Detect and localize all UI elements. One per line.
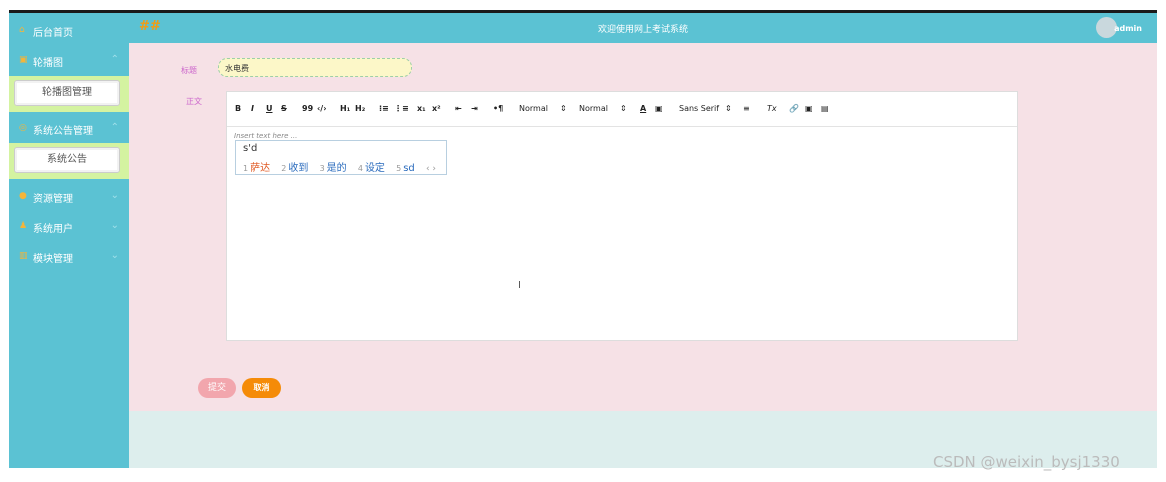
watermark: CSDN @weixin_bysj1330 <box>933 453 1120 471</box>
chevron-down-icon: ⌄ <box>110 220 119 231</box>
text-cursor-icon: I <box>518 280 521 291</box>
sidebar: ⌂ 后台首页 ▣ 轮播图 ⌃ 轮播图管理 ◎ 系统公告管理 ⌃ 系统公告 ● 资… <box>9 13 129 468</box>
ime-candidate-list: 1 萨达 2 收到 3 是的 4 设定 5 sd ‹ › <box>243 159 436 174</box>
top-header: ## 欢迎使用网上考试系统 admin <box>129 13 1157 43</box>
outdent-icon[interactable]: ⇤ <box>455 104 462 113</box>
sidebar-item-label: 系统用户 <box>33 224 73 235</box>
body-label: 正文 <box>186 97 202 106</box>
title-input[interactable]: 水电费 <box>218 58 412 77</box>
ime-candidate[interactable]: 萨达 <box>250 163 270 174</box>
sidebar-item-resource[interactable]: ● 资源管理 ⌄ <box>9 183 129 211</box>
underline-button[interactable]: U <box>266 104 273 113</box>
header-select-arrow-icon[interactable]: ⇕ <box>620 104 627 113</box>
link-icon[interactable]: 🔗 <box>789 104 799 113</box>
submenu-carousel: 轮播图管理 <box>9 76 129 112</box>
home-icon: ⌂ <box>19 25 25 35</box>
main-content: 标题 水电费 正文 B I U S 99 ‹/› H₁ H₂ ⁝≡ ⋮≡ x₁ … <box>129 43 1157 411</box>
sidebar-item-label: 模块管理 <box>33 254 73 265</box>
size-select[interactable]: Normal <box>519 104 548 113</box>
ime-candidate[interactable]: 是的 <box>327 163 347 174</box>
h2-button[interactable]: H₂ <box>355 104 365 113</box>
resource-icon: ● <box>19 191 27 201</box>
bold-button[interactable]: B <box>235 104 241 113</box>
background-color-icon[interactable]: ▣ <box>655 104 663 113</box>
ime-candidate[interactable]: 收到 <box>288 163 308 174</box>
size-select-arrow-icon[interactable]: ⇕ <box>560 104 567 113</box>
ime-page-nav-icon[interactable]: ‹ › <box>426 164 436 174</box>
sidebar-item-notice[interactable]: ◎ 系统公告管理 ⌃ <box>9 115 129 143</box>
italic-button[interactable]: I <box>251 104 254 113</box>
sidebar-item-home[interactable]: ⌂ 后台首页 <box>9 17 129 45</box>
chevron-down-icon: ⌄ <box>110 190 119 201</box>
header-select[interactable]: Normal <box>579 104 608 113</box>
sidebar-item-modules[interactable]: ▥ 模块管理 ⌄ <box>9 243 129 271</box>
title-label: 标题 <box>181 66 197 75</box>
submenu-notice: 系统公告 <box>9 143 129 179</box>
rich-text-editor: B I U S 99 ‹/› H₁ H₂ ⁝≡ ⋮≡ x₁ x² ⇤ ⇥ •¶ … <box>226 91 1018 341</box>
strike-button[interactable]: S <box>281 104 287 113</box>
ime-candidate-number: 4 <box>357 164 363 173</box>
editor-placeholder[interactable]: Insert text here ... <box>234 132 297 140</box>
sidebar-subitem-carousel-manage[interactable]: 轮播图管理 <box>14 80 120 106</box>
chevron-up-icon: ⌃ <box>110 54 119 65</box>
user-icon: ♟ <box>19 221 28 231</box>
ime-candidate-number: 2 <box>281 164 287 173</box>
cancel-button[interactable]: 取消 <box>242 378 281 398</box>
page-title: 欢迎使用网上考试系统 <box>597 25 688 35</box>
ime-candidate-window: s'd 1 萨达 2 收到 3 是的 4 设定 5 sd ‹ › <box>235 140 447 175</box>
ime-input-text: s'd <box>243 143 258 154</box>
ime-candidate[interactable]: sd <box>403 163 415 174</box>
ime-candidate-number: 5 <box>396 164 402 173</box>
app-frame: ⌂ 后台首页 ▣ 轮播图 ⌃ 轮播图管理 ◎ 系统公告管理 ⌃ 系统公告 ● 资… <box>9 13 1157 468</box>
ime-candidate-number: 3 <box>319 164 325 173</box>
chevron-up-icon: ⌃ <box>110 122 119 133</box>
code-button[interactable]: ‹/› <box>317 104 327 113</box>
sidebar-item-label: 轮播图 <box>33 58 63 69</box>
text-direction-button[interactable]: •¶ <box>493 104 503 113</box>
sidebar-item-users[interactable]: ♟ 系统用户 ⌄ <box>9 213 129 241</box>
submit-button[interactable]: 提交 <box>198 378 236 398</box>
clean-format-button[interactable]: Tx <box>767 104 777 113</box>
sidebar-subitem-notice[interactable]: 系统公告 <box>14 147 120 173</box>
ime-candidate[interactable]: 设定 <box>365 163 385 174</box>
image-icon: ▣ <box>19 55 28 65</box>
sidebar-item-carousel[interactable]: ▣ 轮播图 ⌃ <box>9 47 129 75</box>
notice-icon: ◎ <box>19 123 27 133</box>
ime-candidate-number: 1 <box>243 164 249 173</box>
bullet-list-button[interactable]: ⋮≡ <box>394 104 409 113</box>
h1-button[interactable]: H₁ <box>340 104 350 113</box>
text-color-button[interactable]: A <box>640 104 646 113</box>
sidebar-item-label: 系统公告管理 <box>33 126 93 137</box>
editor-toolbar: B I U S 99 ‹/› H₁ H₂ ⁝≡ ⋮≡ x₁ x² ⇤ ⇥ •¶ … <box>227 92 1017 127</box>
chevron-down-icon: ⌄ <box>110 250 119 261</box>
sidebar-item-label: 后台首页 <box>33 28 73 39</box>
sidebar-item-label: 资源管理 <box>33 194 73 205</box>
username[interactable]: admin <box>1114 24 1142 33</box>
font-select[interactable]: Sans Serif <box>679 104 719 113</box>
subscript-button[interactable]: x₁ <box>417 104 426 113</box>
video-icon[interactable]: ▤ <box>821 104 829 113</box>
indent-icon[interactable]: ⇥ <box>471 104 478 113</box>
module-icon: ▥ <box>19 251 28 261</box>
image-icon[interactable]: ▣ <box>805 104 813 113</box>
font-select-arrow-icon[interactable]: ⇕ <box>725 104 732 113</box>
ordered-list-button[interactable]: ⁝≡ <box>379 104 389 113</box>
superscript-button[interactable]: x² <box>432 104 441 113</box>
align-icon[interactable]: ≡ <box>743 104 750 113</box>
blockquote-button[interactable]: 99 <box>302 104 313 113</box>
